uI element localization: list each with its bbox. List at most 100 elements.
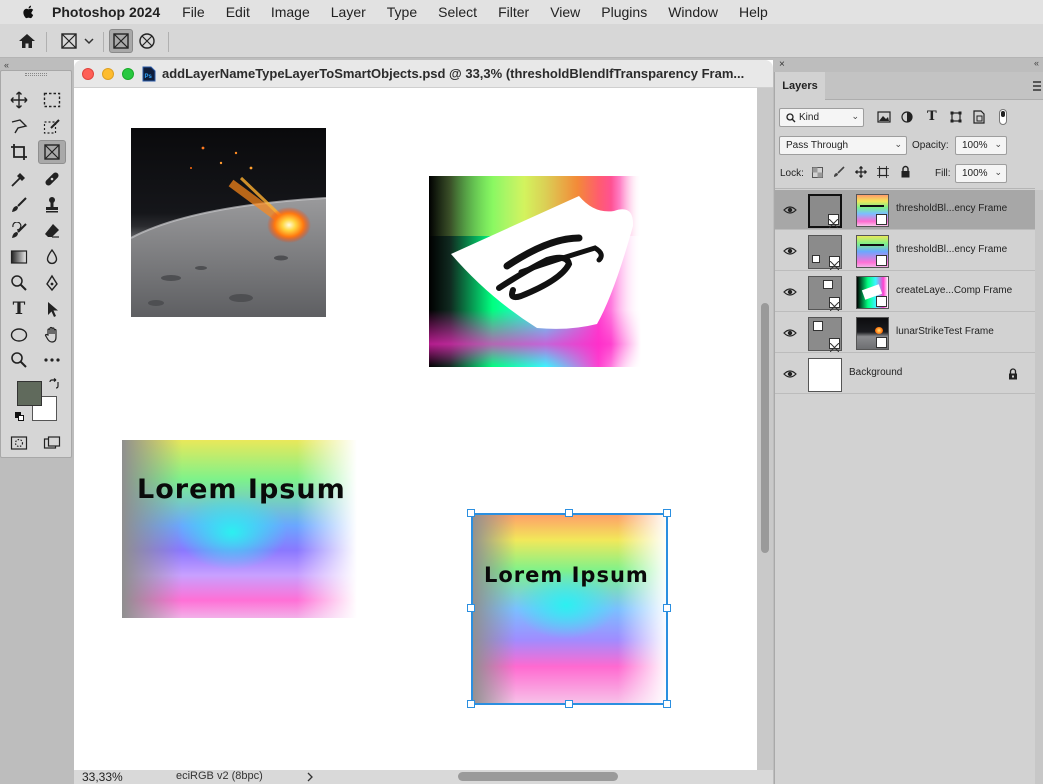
lorem-ipsum-image-1[interactable]: Lorem Ipsum (122, 440, 357, 618)
transform-handle[interactable] (467, 700, 475, 708)
opacity-field[interactable]: 100% ⌄ (955, 136, 1007, 155)
history-brush-tool[interactable] (5, 219, 33, 243)
menu-file[interactable]: File (182, 4, 205, 20)
layer-row-thresholdblendif-2[interactable]: thresholdBl...ency Frame (775, 231, 1035, 271)
minimize-window-button[interactable] (102, 68, 114, 80)
zoom-level[interactable]: 33,33% (82, 770, 123, 784)
transform-handle[interactable] (467, 604, 475, 612)
layer-row-createlayer-comp[interactable]: createLaye...Comp Frame (775, 272, 1035, 312)
hand-tool[interactable] (38, 323, 66, 347)
filter-toggle[interactable] (999, 109, 1007, 125)
transform-handle[interactable] (565, 700, 573, 708)
gradient-tool[interactable] (5, 245, 33, 269)
menu-view[interactable]: View (550, 4, 580, 20)
layer-name[interactable]: lunarStrikeTest Frame (896, 326, 994, 337)
visibility-eye-icon[interactable] (783, 367, 797, 381)
menu-select[interactable]: Select (438, 4, 477, 20)
tab-layers[interactable]: Layers (775, 72, 825, 100)
frame-thumbnail[interactable] (808, 194, 842, 229)
layer-row-lunarstriketest[interactable]: lunarStrikeTest Frame (775, 313, 1035, 353)
transform-handle[interactable] (663, 700, 671, 708)
layer-name[interactable]: Background (849, 367, 902, 378)
move-tool[interactable] (5, 88, 33, 112)
lock-position-icon[interactable] (855, 166, 867, 178)
transform-handle[interactable] (467, 509, 475, 517)
close-panel-icon[interactable]: × (779, 59, 785, 70)
pixel-layer-filter-icon[interactable] (877, 111, 891, 123)
visibility-eye-icon[interactable] (783, 285, 797, 299)
path-selection-tool[interactable] (38, 297, 66, 321)
layer-name[interactable]: createLaye...Comp Frame (896, 285, 1012, 296)
content-thumbnail[interactable] (856, 235, 889, 268)
layer-row-thresholdblendif-1[interactable]: thresholdBl...ency Frame (775, 190, 1035, 230)
lock-all-icon[interactable] (900, 165, 911, 178)
panel-menu-icon[interactable] (1032, 80, 1042, 92)
background-thumbnail[interactable] (808, 358, 842, 392)
zoom-tool[interactable] (5, 348, 33, 372)
default-colors-icon[interactable] (15, 412, 24, 421)
marquee-tool[interactable] (38, 88, 66, 112)
close-window-button[interactable] (82, 68, 94, 80)
type-tool[interactable]: T (5, 297, 33, 321)
ellipse-tool[interactable] (5, 323, 33, 347)
blur-tool[interactable] (38, 245, 66, 269)
lock-image-pixels-icon[interactable] (833, 166, 845, 178)
screen-mode-button[interactable] (38, 431, 66, 455)
lunar-strike-image[interactable] (131, 128, 326, 317)
apple-icon[interactable] (18, 4, 40, 20)
quick-mask-button[interactable] (5, 431, 33, 455)
visibility-eye-icon[interactable] (783, 203, 797, 217)
content-thumbnail[interactable] (856, 194, 889, 227)
fill-field[interactable]: 100% ⌄ (955, 164, 1007, 183)
layer-row-background[interactable]: Background (775, 354, 1035, 394)
menu-window[interactable]: Window (668, 4, 718, 20)
visibility-eye-icon[interactable] (783, 326, 797, 340)
menu-edit[interactable]: Edit (226, 4, 250, 20)
more-tools[interactable] (38, 348, 66, 372)
horizontal-scroll-thumb[interactable] (458, 772, 618, 781)
ellipse-frame-button[interactable] (136, 30, 158, 52)
clone-stamp-tool[interactable] (38, 193, 66, 217)
document-titlebar[interactable]: Ps addLayerNameTypeLayerToSmartObjects.p… (74, 60, 773, 88)
tool-preset-picker[interactable] (56, 30, 98, 52)
transform-handle[interactable] (565, 509, 573, 517)
blend-mode-dropdown[interactable]: Pass Through ⌄ (779, 136, 907, 155)
swap-colors-icon[interactable] (48, 378, 60, 390)
selection-bounding-box[interactable] (471, 513, 668, 705)
transform-handle[interactable] (663, 604, 671, 612)
document-canvas[interactable]: Lorem Ipsum Lorem Ipsum (74, 88, 757, 770)
app-menu[interactable]: Photoshop 2024 (52, 4, 160, 20)
collapse-chevron-icon[interactable]: « (1034, 58, 1039, 68)
menu-filter[interactable]: Filter (498, 4, 529, 20)
vertical-scrollbar[interactable] (757, 88, 773, 770)
layers-scrollbar[interactable] (1035, 190, 1043, 784)
adjustment-layer-filter-icon[interactable] (901, 111, 913, 123)
menu-type[interactable]: Type (387, 4, 417, 20)
lock-artboard-icon[interactable] (877, 166, 889, 178)
chevron-right-icon[interactable] (306, 772, 314, 782)
eraser-tool[interactable] (38, 219, 66, 243)
type-layer-filter-icon[interactable]: T (927, 109, 937, 124)
collapse-chevron-icon[interactable]: « (4, 60, 9, 70)
filter-kind-dropdown[interactable]: Kind ⌄ (779, 108, 864, 127)
panel-grip[interactable] (25, 73, 47, 76)
gradient-paper-image[interactable] (429, 176, 641, 367)
menu-layer[interactable]: Layer (331, 4, 366, 20)
content-thumbnail[interactable] (856, 317, 889, 350)
home-button[interactable] (14, 30, 40, 52)
smart-object-filter-icon[interactable] (973, 110, 985, 124)
brush-tool[interactable] (5, 193, 33, 217)
vertical-scroll-thumb[interactable] (761, 303, 769, 553)
dodge-tool[interactable] (5, 271, 33, 295)
rectangle-frame-button[interactable] (109, 29, 133, 53)
pen-tool[interactable] (38, 271, 66, 295)
frame-thumbnail[interactable] (808, 276, 842, 312)
menu-plugins[interactable]: Plugins (601, 4, 647, 20)
layer-name[interactable]: thresholdBl...ency Frame (896, 203, 1007, 214)
menu-help[interactable]: Help (739, 4, 768, 20)
shape-layer-filter-icon[interactable] (950, 111, 962, 123)
visibility-eye-icon[interactable] (783, 244, 797, 258)
layer-name[interactable]: thresholdBl...ency Frame (896, 244, 1007, 255)
lock-transparent-pixels-icon[interactable] (812, 167, 823, 178)
frame-thumbnail[interactable] (808, 317, 842, 353)
